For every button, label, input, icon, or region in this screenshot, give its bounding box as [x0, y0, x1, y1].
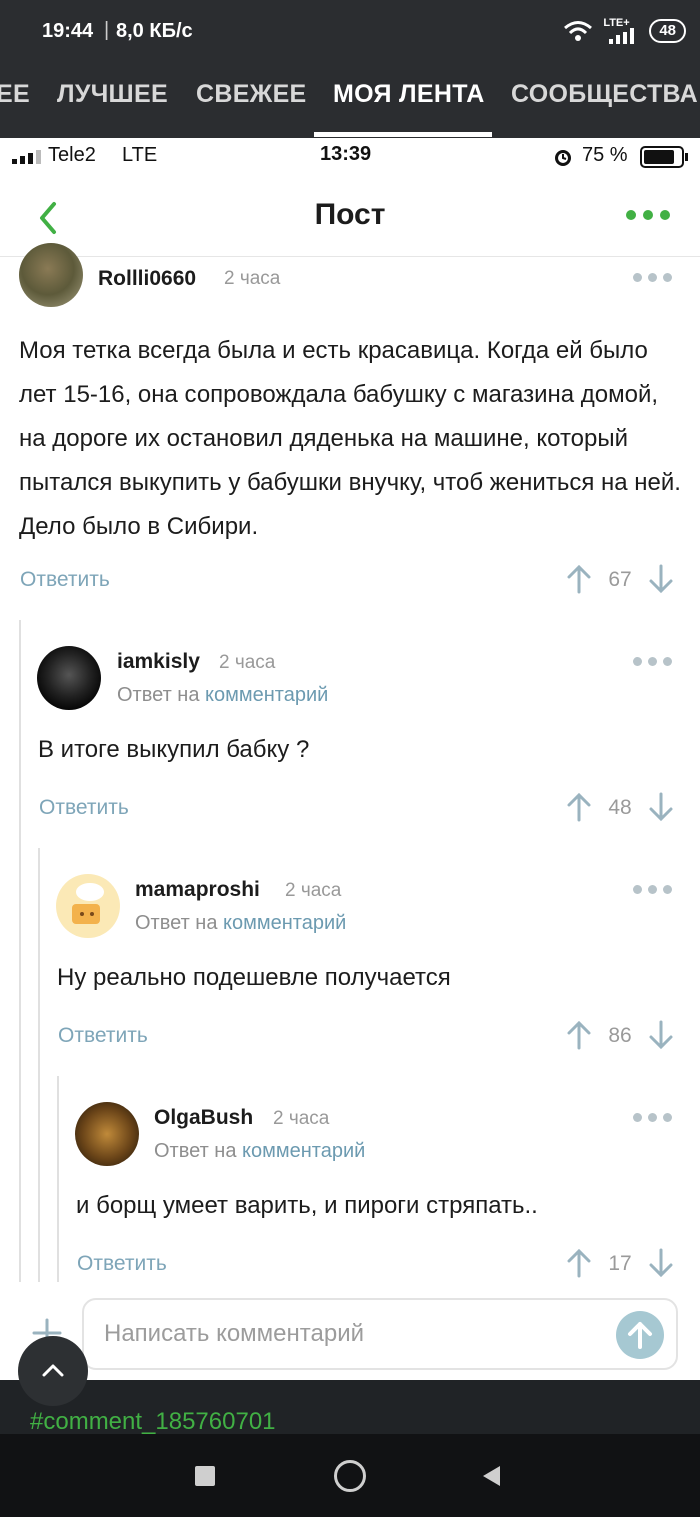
recent-apps-icon[interactable] — [195, 1466, 215, 1486]
comment-score: 17 — [608, 1252, 632, 1275]
ios-status-bar: Tele2 LTE 13:39 75 % — [0, 138, 700, 174]
reply-to-label: Ответ на комментарий — [117, 684, 329, 706]
reply-button[interactable]: Ответить — [20, 568, 110, 592]
system-time: 19:44 — [42, 20, 94, 42]
comment-time: 2 часа — [219, 652, 276, 673]
downvote-icon[interactable] — [648, 1248, 674, 1278]
comment-text: и борщ умеет варить, и пироги стряпать.. — [76, 1192, 538, 1219]
comment: Rollli0660 2 часа Моя тетка всегда была … — [0, 243, 700, 617]
upvote-icon[interactable] — [566, 1248, 592, 1278]
avatar[interactable] — [37, 646, 101, 710]
upvote-icon[interactable] — [566, 564, 592, 594]
alarm-icon — [555, 150, 571, 166]
page-title: Пост — [314, 198, 386, 231]
comment-author[interactable]: iamkisly — [117, 650, 200, 674]
reply-button[interactable]: Ответить — [39, 796, 129, 820]
comment-input[interactable] — [102, 1314, 586, 1354]
reply-to-link[interactable]: комментарий — [242, 1140, 365, 1162]
tab-best[interactable]: ЛУЧШЕЕ — [57, 80, 168, 109]
back-icon[interactable] — [480, 1464, 504, 1488]
comment-score: 86 — [608, 1024, 632, 1047]
reply-button[interactable]: Ответить — [77, 1252, 167, 1276]
upvote-icon[interactable] — [566, 1020, 592, 1050]
comment-score: 67 — [608, 568, 632, 591]
reply-to-link[interactable]: комментарий — [223, 912, 346, 934]
system-status-bar: 19:44 | 8,0 КБ/с LTE+ 48 — [0, 0, 700, 62]
chevron-up-icon — [42, 1364, 64, 1377]
wifi-icon — [564, 21, 593, 41]
ios-battery-percent: 75 % — [582, 144, 628, 166]
reply-to-label: Ответ на комментарий — [135, 912, 347, 934]
network-type: LTE — [122, 144, 158, 166]
comment: mamaproshi 2 часа Ответ на комментарий Н… — [0, 868, 700, 1068]
tab-ee[interactable]: ЕЕ — [0, 80, 30, 109]
comment-author[interactable]: OlgaBush — [154, 1106, 253, 1130]
comment-more-icon[interactable] — [633, 273, 673, 285]
ios-time: 13:39 — [320, 143, 372, 165]
post-header: Пост — [0, 176, 700, 257]
comment-more-icon[interactable] — [633, 885, 673, 897]
section-tabs: ЕЕ ЛУЧШЕЕ СВЕЖЕЕ МОЯ ЛЕНТА СООБЩЕСТВА — [0, 62, 700, 138]
comment: OlgaBush 2 часа Ответ на комментарий и б… — [0, 1096, 700, 1286]
comment-input-wrapper — [82, 1298, 678, 1370]
comment-time: 2 часа — [273, 1108, 330, 1129]
arrow-up-icon — [628, 1322, 652, 1349]
avatar[interactable] — [19, 243, 83, 307]
tab-fresh[interactable]: СВЕЖЕЕ — [196, 80, 307, 109]
comment-text: Ну реально подешевле получается — [57, 964, 451, 991]
comment-score: 48 — [608, 796, 632, 819]
chef-mascot-icon — [72, 883, 104, 924]
tab-my-feed[interactable]: МОЯ ЛЕНТА — [333, 80, 485, 109]
lte-icon: LTE+ — [603, 18, 639, 44]
avatar[interactable] — [75, 1102, 139, 1166]
comment-author[interactable]: Rollli0660 — [98, 267, 196, 291]
battery-icon: 48 — [649, 19, 686, 43]
comment-anchor-link[interactable]: #comment_185760701 — [30, 1408, 276, 1436]
tab-communities[interactable]: СООБЩЕСТВА — [511, 80, 698, 109]
reply-to-link[interactable]: комментарий — [205, 684, 328, 706]
comment-text: Моя тетка всегда была и есть красавица. … — [19, 337, 681, 540]
scroll-to-top-button[interactable] — [18, 1336, 88, 1406]
comment-text: В итоге выкупил бабку ? — [38, 736, 310, 763]
network-speed: 8,0 КБ/с — [116, 20, 193, 42]
status-icons: LTE+ 48 — [563, 18, 686, 44]
downvote-icon[interactable] — [648, 1020, 674, 1050]
comment: iamkisly 2 часа Ответ на комментарий В и… — [0, 640, 700, 840]
comment-more-icon[interactable] — [633, 1113, 673, 1125]
status-separator: | — [104, 19, 110, 41]
system-navigation-bar — [0, 1434, 700, 1517]
signal-icon — [12, 150, 41, 164]
home-icon[interactable] — [334, 1460, 366, 1492]
comment-time: 2 часа — [285, 880, 342, 901]
more-options-icon[interactable] — [626, 208, 674, 222]
reply-to-label: Ответ на комментарий — [154, 1140, 366, 1162]
reply-button[interactable]: Ответить — [58, 1024, 148, 1048]
ios-battery-icon — [640, 146, 688, 168]
upvote-icon[interactable] — [566, 792, 592, 822]
downvote-icon[interactable] — [648, 792, 674, 822]
comment-more-icon[interactable] — [633, 657, 673, 669]
send-button[interactable] — [616, 1311, 664, 1359]
active-tab-indicator — [314, 132, 492, 137]
comment-author[interactable]: mamaproshi — [135, 878, 260, 902]
comment-time: 2 часа — [224, 268, 281, 289]
downvote-icon[interactable] — [648, 564, 674, 594]
carrier-name: Tele2 — [48, 144, 96, 166]
avatar[interactable] — [56, 874, 120, 938]
